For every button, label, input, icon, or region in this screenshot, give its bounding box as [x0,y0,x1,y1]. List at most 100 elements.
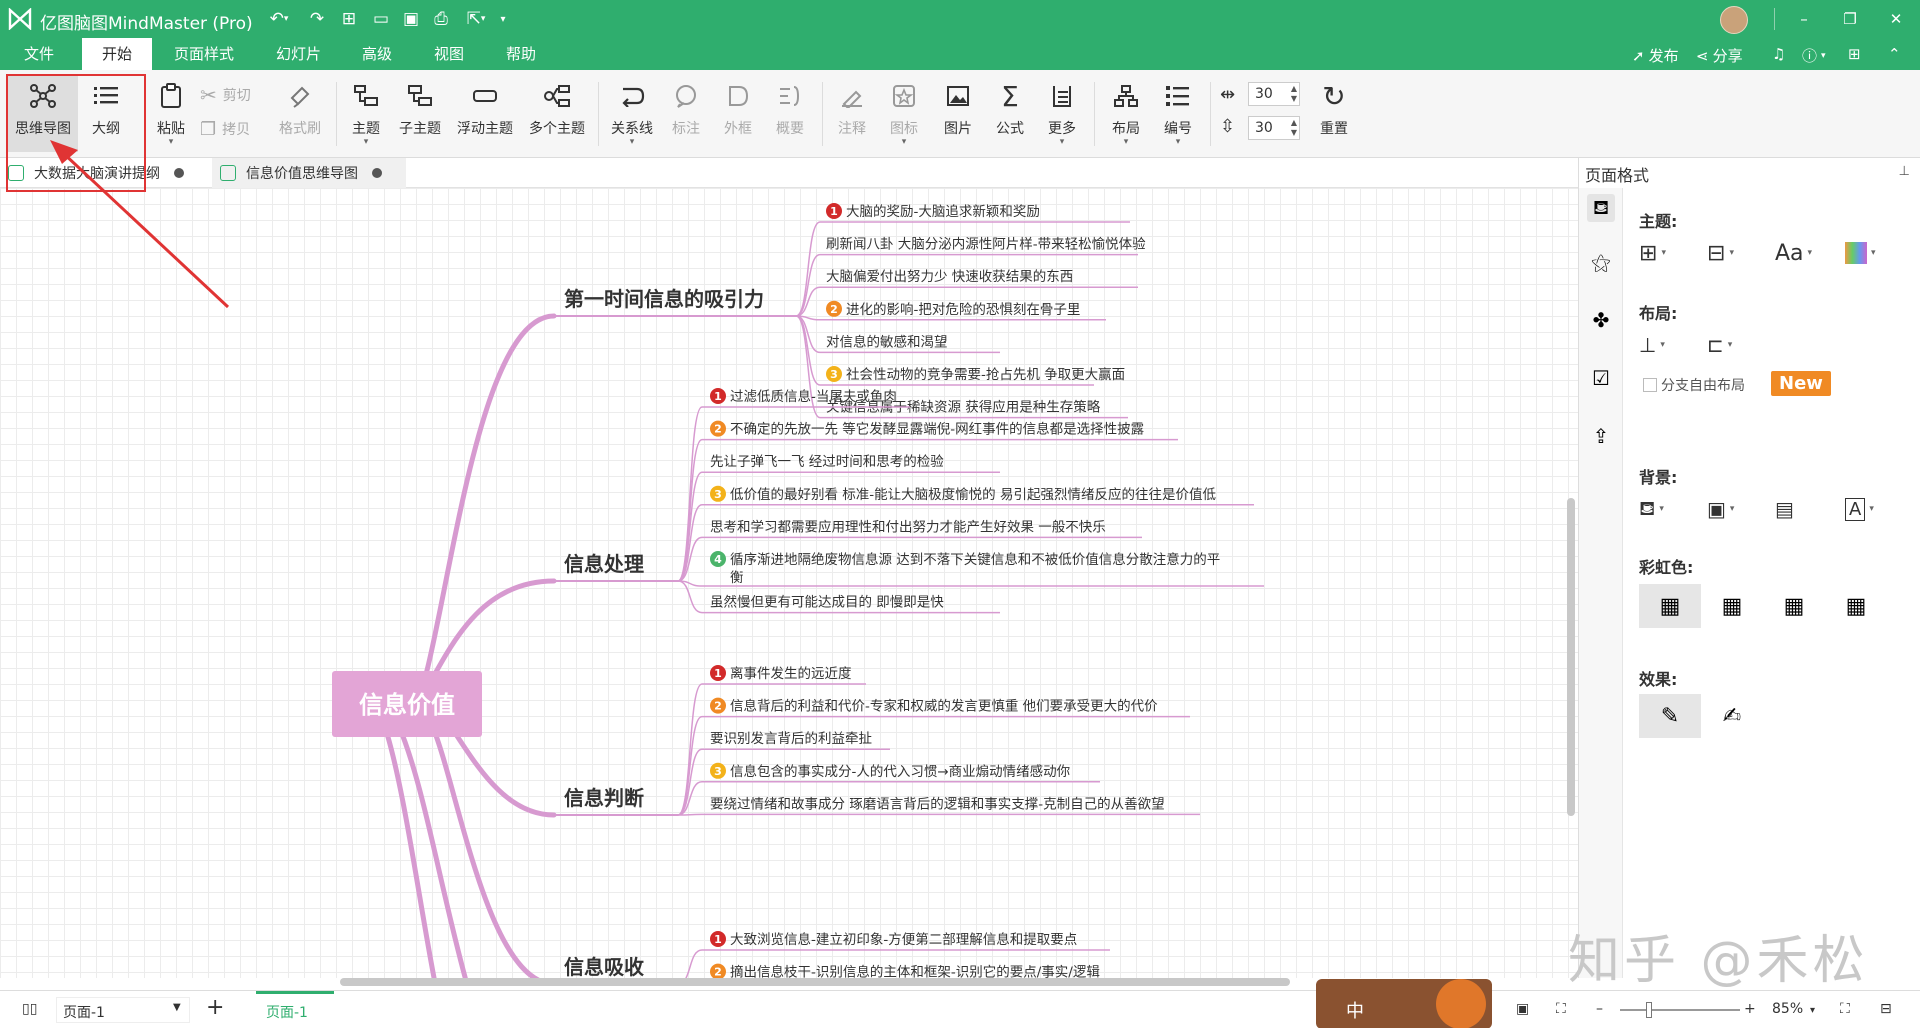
zoom-in-icon[interactable]: + [1744,1001,1756,1017]
more-button[interactable]: 更多 ▾ [1038,76,1086,152]
subtopic[interactable]: 摘出信息枝干-识别信息的主体和框架-识别它的要点/事实/逻辑 [730,964,1100,978]
priority-number-label[interactable]: 3 [714,488,722,501]
horizontal-spacing-input[interactable]: 30 ▲ ▼ [1248,82,1300,106]
apps-grid-icon[interactable]: ⊞ [1848,45,1861,63]
theme-style-button[interactable]: ⊞ ▾ [1639,238,1666,268]
reset-button[interactable]: ↻ 重置 [1308,76,1360,152]
close-icon[interactable]: ✕ [1882,6,1910,32]
subtopic[interactable]: 虽然慢但更有可能达成目的 即慢即是快 [710,594,944,611]
icon-gallery-tab[interactable]: ⚝ [1587,248,1615,276]
main-topic[interactable]: 信息吸收 [564,955,644,978]
page-select[interactable]: 页面-1 ▼ [56,997,190,1023]
layout-button[interactable]: 布局 ▾ [1102,76,1150,152]
effect-normal-button[interactable]: ✎ [1639,694,1701,738]
main-topic[interactable]: 信息判断 [564,786,644,810]
fullscreen-icon[interactable]: ⛶ [1556,1001,1566,1017]
restore-icon[interactable]: ❐ [1836,6,1864,32]
vertical-scrollbar[interactable] [1566,188,1576,978]
page-tab[interactable]: 页面-1 [256,991,334,1027]
menu-home[interactable]: 开始 [82,38,153,70]
priority-number-label[interactable]: 1 [830,205,838,218]
mindmap-canvas[interactable]: 第一时间信息的吸引力 1 大脑的奖励-大脑追求新颖和奖励刷新闻八卦 大脑分泌内源性阿… [0,188,1578,978]
copy-button[interactable]: ❐ 拷贝 [200,118,250,140]
notification-bell-icon[interactable]: ♫ [1772,45,1785,63]
subtopic[interactable]: 要识别发言背后的利益牵扯 [710,731,872,747]
zoom-level[interactable]: 85% [1772,1001,1803,1017]
scrollbar-thumb[interactable] [1567,498,1575,816]
image-button[interactable]: 图片 [934,76,982,152]
icon-button[interactable]: 图标 ▾ [880,76,928,152]
subtopic[interactable]: 进化的影响-把对危险的恐惧刻在骨子里 [846,302,1080,318]
formula-button[interactable]: Σ 公式 [986,76,1034,152]
numbering-button[interactable]: 编号 ▾ [1154,76,1202,152]
subtopic[interactable]: 要绕过情绪和故事成分 琢磨语言背后的逻辑和事实支撑-克制自己的从善欲望 [710,796,1165,812]
undo-icon[interactable]: ↶ ▾ [262,8,296,30]
subtopic[interactable]: 大脑的奖励-大脑追求新颖和奖励 [846,203,1040,220]
format-painter-button[interactable]: 格式刷 [272,76,328,152]
subtopic[interactable]: 信息背后的利益和代价-专家和权威的发言更慎重 他们要承受更大的代价 [730,698,1158,715]
subtopic[interactable]: 大脑偏爱付出努力少 快速收获结果的东西 [826,269,1073,285]
priority-number-label[interactable]: 2 [714,423,722,436]
subtopic[interactable]: 思考和学习都需要应用理性和付出努力才能产生好效果 一般不快乐 [710,518,1106,535]
priority-number-label[interactable]: 4 [714,553,722,566]
central-topic[interactable]: 信息价值 [359,691,455,719]
pin-icon[interactable]: ⊥ [1899,164,1910,179]
menu-view[interactable]: 视图 [428,44,470,70]
share-button[interactable]: ⋖ 分享 [1696,45,1743,66]
mindmap-view-button[interactable]: 思维导图 [8,76,78,152]
add-page-icon[interactable]: + [206,995,224,1020]
multiple-topics-button[interactable]: 多个主题 [524,76,590,152]
priority-number-label[interactable]: 1 [714,390,722,403]
boundary-button[interactable]: 外框 [714,76,762,152]
subtopic[interactable]: 离事件发生的远近度 [730,665,852,682]
page-panel-toggle-icon[interactable]: ▯▯ [22,1001,37,1017]
floating-topic-button[interactable]: 浮动主题 [452,76,518,152]
fit-window-icon[interactable]: ⛶ [1840,1001,1850,1017]
doc-tab[interactable]: 大数据大脑演讲提纲 [0,158,206,188]
topic-button[interactable]: 主题 ▾ [344,76,388,152]
vertical-spacing-input[interactable]: 30 ▲ ▼ [1248,116,1300,140]
subtopic[interactable]: 循序渐进地隔绝废物信息源 达到不落下关键信息和不被低价值信息分散注意力的平 [730,551,1220,568]
priority-number-label[interactable]: 3 [830,368,838,381]
new-file-icon[interactable]: ⊞ [336,8,362,30]
zoom-out-icon[interactable]: – [1596,1001,1603,1017]
subtopic[interactable]: 衡 [730,570,744,586]
spinner-arrows-icon[interactable]: ▲ ▼ [1291,118,1297,138]
subtopic-button[interactable]: 子主题 [394,76,446,152]
rainbow-option-1[interactable]: ▦ [1639,584,1701,628]
redo-icon[interactable]: ↷ [304,8,330,30]
main-topic[interactable]: 第一时间信息的吸引力 [564,287,764,311]
priority-number-label[interactable]: 2 [830,303,838,316]
subtopic[interactable]: 刷新闻八卦 大脑分泌内源性阿片样-带来轻松愉悦体验 [826,237,1146,253]
subtopic[interactable]: 不确定的先放一先 等它发酵显露端倪-网红事件的信息都是选择性披露 [730,421,1145,438]
subtopic[interactable]: 信息包含的事实成分-人的代入习惯→商业煽动情绪感动你 [730,763,1070,780]
rainbow-option-4[interactable]: ▦ [1825,584,1887,628]
clipart-tab[interactable]: ✤ [1587,306,1615,334]
subtopic[interactable]: 大致浏览信息-建立初印象-方便第二部理解信息和提取要点 [730,931,1077,948]
mindmap-drawing[interactable]: 第一时间信息的吸引力 1 大脑的奖励-大脑追求新颖和奖励刷新闻八卦 大脑分泌内源性阿… [0,188,1578,978]
menu-advanced[interactable]: 高级 [356,44,398,70]
doc-tab-active[interactable]: 信息价值思维导图 [212,158,406,188]
paste-button[interactable]: 粘贴 ▾ [148,76,194,152]
rainbow-option-2[interactable]: ▦ [1701,584,1763,628]
watermark-button[interactable]: A ▾ [1845,494,1874,524]
priority-number-label[interactable]: 3 [714,765,722,778]
spinner-arrows-icon[interactable]: ▲ ▼ [1291,84,1297,104]
free-layout-checkbox[interactable]: 分支自由布局 [1643,370,1745,400]
task-tab[interactable]: ☑ [1587,364,1615,392]
horizontal-scrollbar[interactable] [340,978,1290,986]
subtopic[interactable]: 先让子弹飞一飞 经过时间和思考的检验 [710,454,944,470]
subtopic[interactable]: 对信息的敏感和渴望 [826,333,948,350]
publish-button[interactable]: ➚ 发布 [1632,45,1679,66]
rainbow-option-3[interactable]: ▦ [1763,584,1825,628]
outline-view-button[interactable]: 大纲 [80,76,132,152]
main-topic[interactable]: 信息处理 [564,552,644,576]
menu-help[interactable]: 帮助 [500,44,542,70]
priority-number-label[interactable]: 1 [714,933,722,946]
print-icon[interactable]: ⎙ [428,8,454,30]
relationship-button[interactable]: 关系线 ▾ [606,76,658,152]
chevron-down-icon[interactable]: ▾ [1810,1005,1815,1016]
layout-type-button[interactable]: ⊥ ▾ [1639,330,1665,360]
export-tab[interactable]: ⇪ [1587,422,1615,450]
callout-button[interactable]: 标注 [662,76,710,152]
